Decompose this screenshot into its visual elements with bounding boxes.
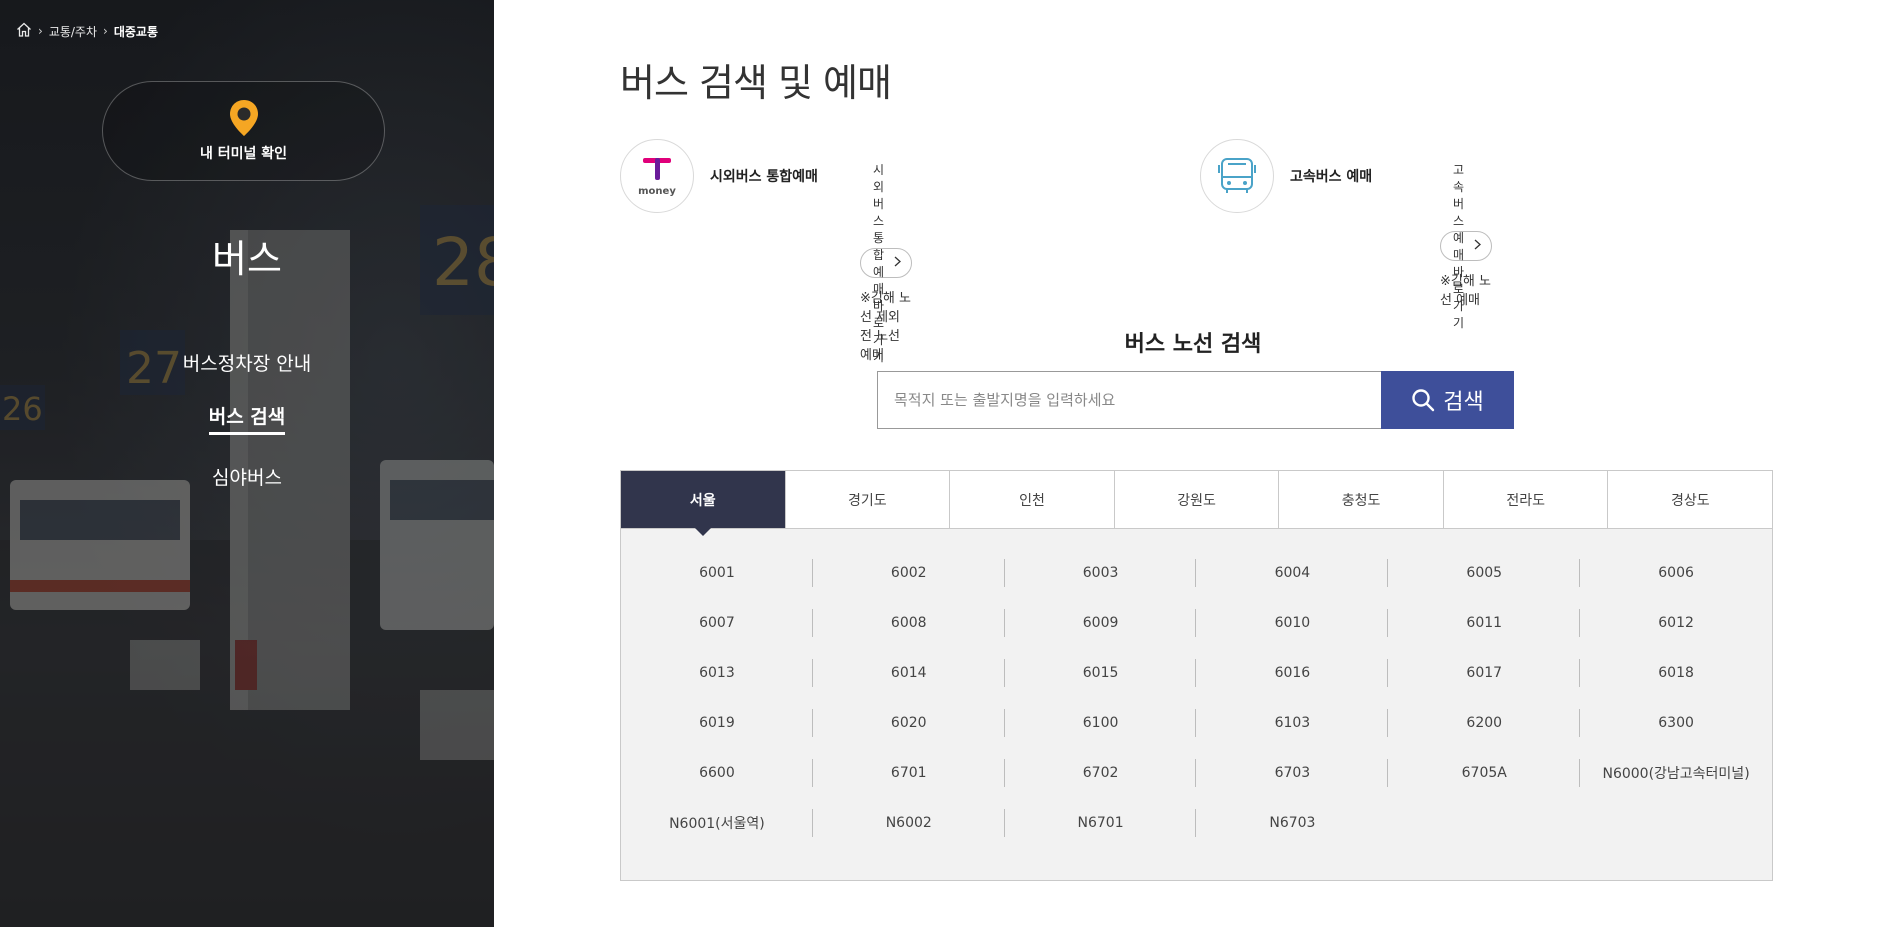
chevron-right-icon: › bbox=[103, 24, 108, 38]
tab-jeolla[interactable]: 전라도 bbox=[1444, 471, 1609, 528]
side-menu: 버스정차장 안내 버스 검색 심야버스 bbox=[0, 355, 494, 522]
tmoney-logo: money bbox=[620, 139, 694, 213]
route-item[interactable]: N6701 bbox=[1005, 809, 1197, 837]
side-menu-item-bus-stop[interactable]: 버스정차장 안내 bbox=[183, 355, 311, 374]
route-item[interactable]: 6007 bbox=[621, 609, 813, 637]
route-item[interactable]: 6200 bbox=[1388, 709, 1580, 737]
route-item[interactable]: 6702 bbox=[1005, 759, 1197, 787]
route-item[interactable]: 6001 bbox=[621, 559, 813, 587]
region-panel: 서울 경기도 인천 강원도 충청도 전라도 경상도 6001 6002 6003… bbox=[620, 470, 1773, 881]
tab-chungcheong[interactable]: 충청도 bbox=[1279, 471, 1444, 528]
route-item[interactable]: 6002 bbox=[813, 559, 1005, 587]
route-item[interactable]: 6011 bbox=[1388, 609, 1580, 637]
route-item[interactable]: 6014 bbox=[813, 659, 1005, 687]
my-terminal-label: 내 터미널 확인 bbox=[199, 146, 288, 162]
sidebar: 28 27 26 › 교통/주차 › 대중교통 내 터미널 확인 버스 버스정차… bbox=[0, 0, 494, 927]
route-item[interactable]: 6013 bbox=[621, 659, 813, 687]
home-icon[interactable] bbox=[16, 22, 32, 40]
route-item[interactable]: 6103 bbox=[1196, 709, 1389, 737]
side-menu-item-bus-search[interactable]: 버스 검색 bbox=[208, 408, 286, 435]
chevron-right-icon bbox=[894, 256, 902, 270]
route-item[interactable]: 6008 bbox=[813, 609, 1005, 637]
breadcrumb-current: 대중교통 bbox=[113, 24, 159, 39]
route-item[interactable]: 6012 bbox=[1580, 609, 1772, 637]
route-item[interactable]: N6703 bbox=[1196, 809, 1388, 837]
search-input[interactable] bbox=[877, 371, 1381, 429]
tab-gyeongsang[interactable]: 경상도 bbox=[1608, 471, 1772, 528]
intercity-booking: money 시외버스 통합예매 시외버스 통합예매 바로가기 ※김해 노선 제외… bbox=[620, 139, 913, 364]
location-pin-icon bbox=[229, 100, 258, 136]
route-item[interactable]: 6100 bbox=[1005, 709, 1197, 737]
tab-incheon[interactable]: 인천 bbox=[950, 471, 1115, 528]
breadcrumb-item[interactable]: 교통/주차 bbox=[49, 23, 97, 40]
express-booking-actions: 고속버스 예매 바로가기 ※김해 노선 예매 bbox=[1440, 159, 1493, 330]
route-item[interactable]: N6001(서울역) bbox=[621, 809, 813, 837]
search-bar: 검색 bbox=[877, 371, 1514, 429]
route-list: 6001 6002 6003 6004 6005 6006 6007 6008 … bbox=[621, 529, 1772, 837]
section-title: 버스 bbox=[212, 237, 282, 281]
route-item[interactable]: 6017 bbox=[1388, 659, 1580, 687]
intercity-booking-name: 시외버스 통합예매 bbox=[710, 169, 818, 185]
tab-gangwon[interactable]: 강원도 bbox=[1115, 471, 1280, 528]
search-heading: 버스 노선 검색 bbox=[1124, 332, 1262, 357]
route-item[interactable]: 6003 bbox=[1005, 559, 1197, 587]
tab-gyeonggi[interactable]: 경기도 bbox=[786, 471, 951, 528]
route-item[interactable]: 6703 bbox=[1196, 759, 1389, 787]
route-item[interactable]: N6002 bbox=[813, 809, 1005, 837]
express-booking: 고속버스 예매 고속버스 예매 바로가기 ※김해 노선 예매 bbox=[1200, 139, 1493, 330]
my-terminal-button[interactable]: 내 터미널 확인 bbox=[102, 81, 385, 181]
route-item[interactable]: 6006 bbox=[1580, 559, 1772, 587]
route-item[interactable]: 6300 bbox=[1580, 709, 1772, 737]
chevron-right-icon: › bbox=[38, 24, 43, 38]
route-item[interactable]: 6018 bbox=[1580, 659, 1772, 687]
main-content: 버스 검색 및 예매 money 시외버스 통합예매 시외버스 통합예매 바로가… bbox=[494, 0, 1881, 927]
route-item[interactable]: 6705A bbox=[1388, 759, 1580, 787]
express-booking-note: ※김해 노선 예매 bbox=[1440, 274, 1491, 308]
express-booking-link[interactable]: 고속버스 예매 바로가기 bbox=[1440, 163, 1493, 330]
bus-icon bbox=[1200, 139, 1274, 213]
region-tabs: 서울 경기도 인천 강원도 충청도 전라도 경상도 bbox=[621, 471, 1772, 536]
intercity-booking-link[interactable]: 시외버스 통합예매 바로가기 bbox=[860, 163, 913, 364]
tab-seoul[interactable]: 서울 bbox=[621, 471, 786, 536]
search-button[interactable]: 검색 bbox=[1381, 371, 1514, 429]
route-item[interactable]: 6005 bbox=[1388, 559, 1580, 587]
breadcrumb: › 교통/주차 › 대중교통 bbox=[16, 22, 158, 40]
route-item[interactable]: 6010 bbox=[1196, 609, 1389, 637]
route-item[interactable]: N6000(강남고속터미널) bbox=[1580, 759, 1772, 787]
svg-text:money: money bbox=[638, 186, 676, 197]
route-item[interactable]: 6009 bbox=[1005, 609, 1197, 637]
express-booking-name: 고속버스 예매 bbox=[1290, 169, 1373, 185]
route-item[interactable]: 6600 bbox=[621, 759, 813, 787]
route-item[interactable]: 6019 bbox=[621, 709, 813, 737]
route-item[interactable]: 6701 bbox=[813, 759, 1005, 787]
page-title: 버스 검색 및 예매 bbox=[620, 61, 892, 105]
search-icon bbox=[1412, 389, 1435, 412]
route-item[interactable]: 6016 bbox=[1196, 659, 1389, 687]
search-button-label: 검색 bbox=[1443, 390, 1484, 415]
route-item[interactable]: 6004 bbox=[1196, 559, 1389, 587]
route-item[interactable]: 6015 bbox=[1005, 659, 1197, 687]
route-item[interactable]: 6020 bbox=[813, 709, 1005, 737]
chevron-right-icon bbox=[1474, 239, 1482, 253]
side-menu-item-night-bus[interactable]: 심야버스 bbox=[212, 469, 282, 488]
